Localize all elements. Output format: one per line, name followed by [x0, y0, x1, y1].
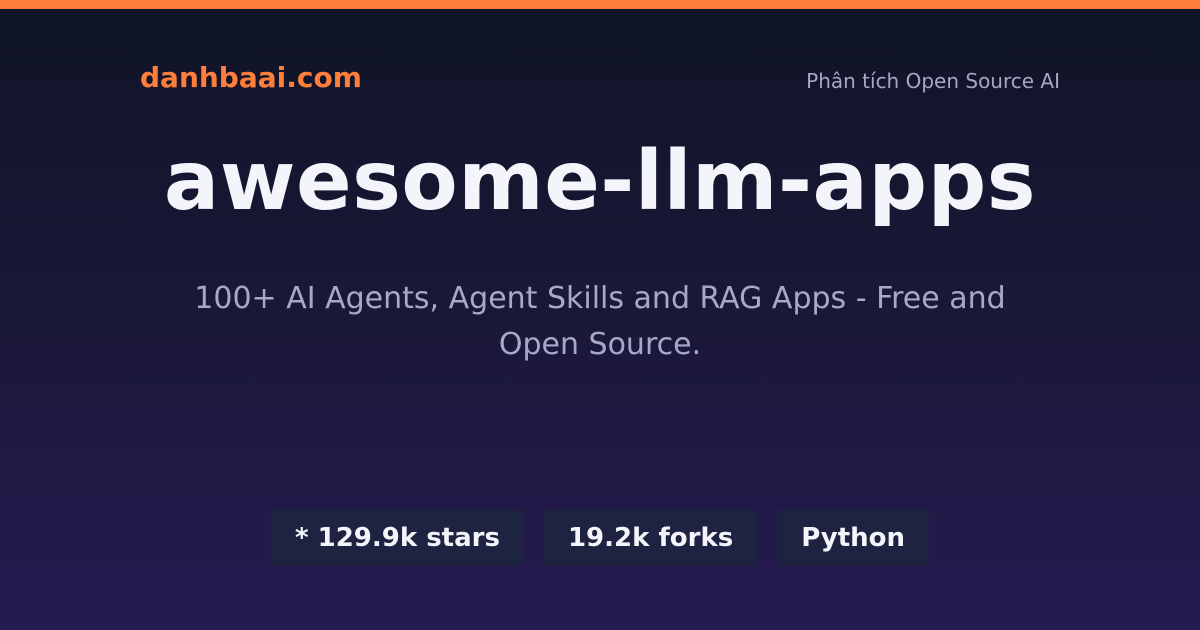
- stars-badge: * 129.9k stars: [270, 510, 524, 566]
- stats-badges: * 129.9k stars 19.2k forks Python: [0, 510, 1200, 566]
- language-badge: Python: [777, 510, 930, 566]
- forks-badge: 19.2k forks: [543, 510, 758, 566]
- repo-title: awesome-llm-apps: [163, 134, 1037, 229]
- accent-top-bar: [0, 0, 1200, 9]
- brand-logo-text: danhbaai.com: [140, 61, 362, 94]
- header-tagline: Phân tích Open Source AI: [806, 69, 1060, 93]
- repo-description: 100+ AI Agents, Agent Skills and RAG App…: [194, 281, 1006, 362]
